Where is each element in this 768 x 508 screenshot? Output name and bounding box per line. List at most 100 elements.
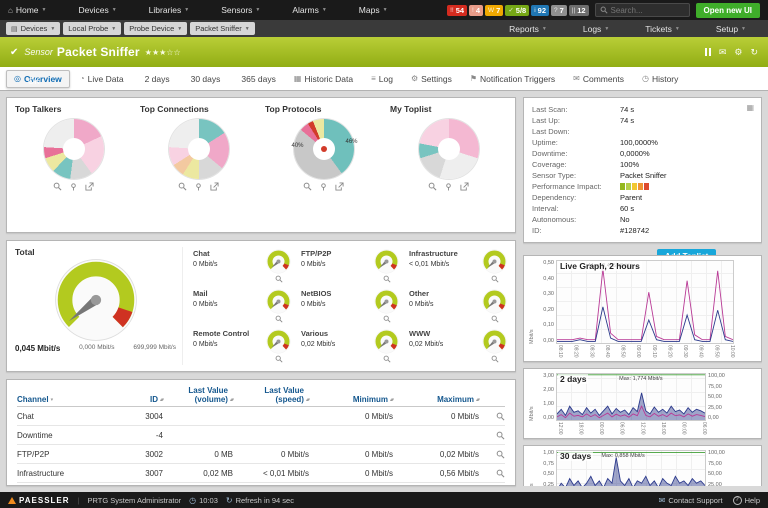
refresh-group[interactable]: ↻Refresh in 94 sec [226,496,294,505]
status-badge[interactable]: W7 [485,5,503,16]
menu-item[interactable]: Setup▼ [716,24,746,34]
live-graph-card[interactable]: Live Graph, 2 hours Mbit/s 0,500,400,300… [523,255,762,362]
impact-box [632,183,637,190]
paessler-triangle-icon [8,497,16,504]
table-column-header[interactable]: ID▴▾ [123,395,163,404]
open-external-icon[interactable] [210,182,219,191]
menu-item[interactable]: Reports▼ [509,24,547,34]
menu-item[interactable]: Maps▼ [359,5,388,15]
magnifier-icon[interactable] [428,182,437,191]
magnifier-icon[interactable] [275,275,283,283]
status-badge[interactable]: ✓5/8 [505,5,529,16]
tab[interactable]: 2 days [134,70,178,88]
menu-item[interactable]: Tickets▼ [645,24,680,34]
magnifier-icon[interactable] [491,315,499,323]
magnifier-icon[interactable] [275,355,283,363]
gear-icon[interactable]: ⚙ [734,47,742,58]
detail-label: Dependency: [532,193,620,202]
pin-icon[interactable] [69,182,78,191]
status-badge[interactable]: !!54 [447,5,467,16]
mail-icon[interactable]: ✉ [719,47,727,58]
tab-label: Notification Triggers [480,74,555,84]
magnifier-icon[interactable] [178,182,187,191]
open-external-icon[interactable] [85,182,94,191]
menu-item[interactable]: Devices▼ [78,5,116,15]
toplist-title[interactable]: Top Protocols [265,104,382,114]
detail-label: Coverage: [532,160,620,169]
gauge-current-value: 0,045 Mbit/s [15,344,60,353]
magnifier-icon[interactable] [383,355,391,363]
toplist-title[interactable]: Top Talkers [15,104,132,114]
table-column-header[interactable]: Maximum▴▾ [393,395,479,404]
tab[interactable]: 365 days [230,70,284,88]
breadcrumb-item[interactable]: Probe Device▼ [124,22,187,35]
paessler-logo[interactable]: PAESSLER [8,496,70,505]
top-protocols-donut[interactable] [294,119,354,179]
tab[interactable]: ⚑Notification Triggers [462,70,563,88]
magnifier-icon[interactable] [496,450,505,459]
magnifier-icon[interactable] [491,355,499,363]
badge-count: 7 [496,6,500,15]
tab[interactable]: ▦Historic Data [286,70,361,88]
table-column-header[interactable]: Channel▾ [17,395,123,404]
two-days-graph-card[interactable]: 2 days Mbit/s 3,002,001,000,00 Max: 1,77… [523,368,762,439]
my-toplist-donut[interactable] [419,119,479,179]
menu-item[interactable]: Sensors▼ [221,5,260,15]
help-label: Help [745,496,760,505]
pin-icon[interactable] [194,182,203,191]
tab[interactable]: ◔Live Data [72,70,132,88]
magnifier-icon[interactable] [496,469,505,478]
breadcrumb-item[interactable]: Packet Sniffer▼ [190,22,255,35]
y-axis-ticks-right: 100,0075,0050,0025,000,00 [706,450,730,486]
magnifier-icon[interactable] [275,315,283,323]
breadcrumb-item[interactable]: Local Probe▼ [63,22,121,35]
status-badge[interactable]: ?7 [551,5,567,16]
menu-item[interactable]: Home▼ [8,5,46,15]
tab[interactable]: ≡Log [363,70,401,88]
table-column-header[interactable]: Minimum▴▾ [309,395,393,404]
open-external-icon[interactable] [460,182,469,191]
menu-item[interactable]: Libraries▼ [149,5,190,15]
pin-icon[interactable] [319,182,328,191]
tab[interactable]: ◷History [634,70,686,88]
magnifier-icon[interactable] [383,275,391,283]
magnifier-icon[interactable] [53,182,62,191]
open-new-ui-button[interactable]: Open new UI [696,3,760,18]
table-column-header[interactable]: Last Value (volume)▴▾ [163,386,233,404]
status-badge[interactable]: !4 [469,5,483,16]
menu-item[interactable]: Logs▼ [583,24,609,34]
magnifier-icon[interactable] [303,182,312,191]
menu-item[interactable]: Alarms▼ [292,5,326,15]
pin-icon[interactable] [444,182,453,191]
magnifier-icon[interactable] [496,412,505,421]
channel-gauge-title: NetBIOS [301,289,331,298]
priority-stars[interactable]: ★★★☆☆ [145,48,181,57]
refresh-icon[interactable]: ↻ [750,47,758,58]
contact-support-link[interactable]: ✉Contact Support [659,496,723,505]
top-talkers-donut[interactable] [44,119,104,179]
detail-value: 74 s [620,116,634,125]
help-link[interactable]: ?Help [733,496,760,505]
flag-icon[interactable]: ▦ [746,103,754,112]
status-badge[interactable]: ||12 [569,5,589,16]
table-column-header[interactable]: Last Value (speed)▴▾ [233,386,309,404]
pause-icon[interactable] [705,48,711,56]
toplist-title[interactable]: My Toplist [390,104,507,114]
tab[interactable]: 30 days [180,70,229,88]
top-connections-donut[interactable] [169,119,229,179]
breadcrumb-item[interactable]: Devices▼ [6,22,60,35]
tab[interactable]: ✉Comments [565,70,632,88]
toplist-title[interactable]: Top Connections [140,104,257,114]
detail-row: Last Down: [532,126,753,137]
y-tick: 1,00 [543,450,554,456]
logged-in-user[interactable]: PRTG System Administrator [87,496,181,505]
magnifier-icon[interactable] [383,315,391,323]
channel-gauge-cell: Various 0,02 Mbit/s [301,327,399,365]
tab[interactable]: ⚙Settings [403,70,460,88]
magnifier-icon[interactable] [496,431,505,440]
open-external-icon[interactable] [335,182,344,191]
thirty-days-graph-card[interactable]: 30 days Mbit/s 1,000,750,500,250,00 Max:… [523,445,762,486]
search-input[interactable] [611,6,685,15]
magnifier-icon[interactable] [491,275,499,283]
status-badge[interactable]: i92 [531,5,549,16]
